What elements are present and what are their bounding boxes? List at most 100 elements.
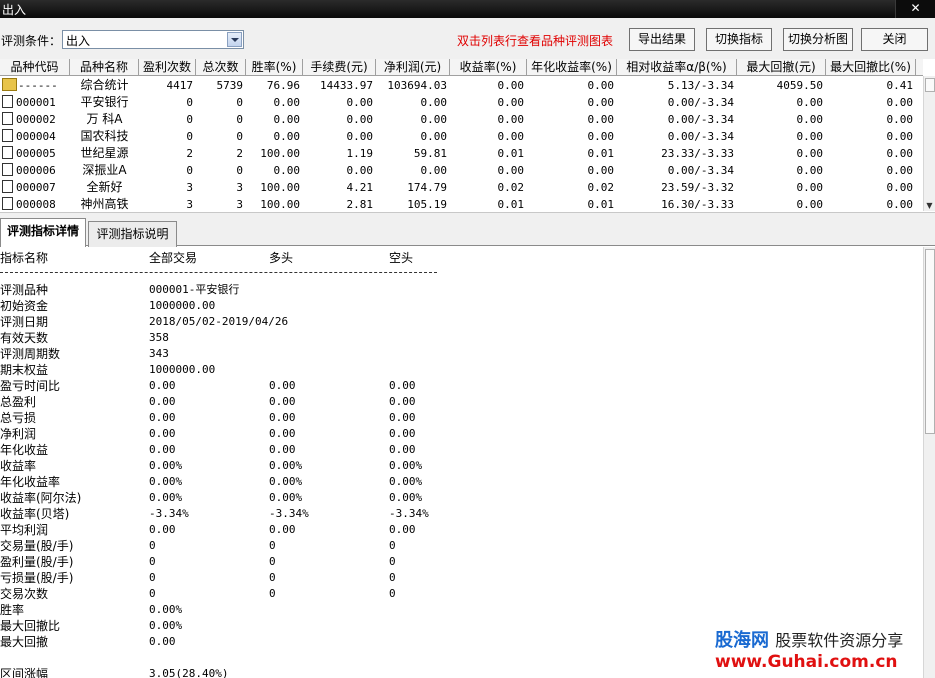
tab-detail[interactable]: 评测指标详情	[0, 218, 86, 248]
scrollbar-thumb[interactable]	[925, 78, 935, 92]
table-row[interactable]: ------ 综合统计 4417 5739 76.96 14433.97 103694.03…	[0, 77, 923, 94]
detail-value: 0	[389, 539, 396, 552]
cell-code: 000007	[0, 179, 70, 196]
scroll-down-icon[interactable]: ▼	[924, 200, 935, 211]
detail-label: 最大回撤比	[0, 619, 61, 633]
export-button[interactable]: 导出结果	[629, 28, 695, 51]
detail-label: 最大回撤	[0, 635, 49, 649]
detail-value: 0.00%	[389, 475, 423, 488]
detail-label: 亏损量(股/手)	[0, 571, 74, 585]
tab-explanation[interactable]: 评测指标说明	[88, 221, 177, 247]
detail-label: 收益率	[0, 459, 37, 473]
cell-value: 23.59/-3.32	[661, 181, 734, 194]
cell-value: 0.00	[273, 130, 301, 143]
cell-code: 000001	[0, 94, 70, 111]
cell-value: 0.00	[346, 113, 374, 126]
column-header[interactable]: 胜率(%)	[246, 59, 303, 76]
column-header[interactable]: 最大回撤(元)	[737, 59, 826, 76]
column-header[interactable]: 手续费(元)	[303, 59, 376, 76]
detail-value: 0.00	[149, 443, 176, 456]
close-button[interactable]: 关闭	[861, 28, 928, 51]
detail-value: -3.34%	[389, 507, 429, 520]
column-header[interactable]: 相对收益率α/β(%)	[617, 59, 737, 76]
detail-scrollbar[interactable]	[923, 247, 935, 678]
table-row[interactable]: 000001 平安银行 0 0 0.00 0.00 0.00 0.00 0.00 0.00/-3.…	[0, 94, 923, 111]
detail-value: 0.00	[389, 411, 416, 424]
header-long: 多头	[269, 251, 294, 265]
detail-label: 区间涨幅	[0, 667, 49, 678]
results-table: 品种代码 品种名称 盈利次数 总次数 胜率(%) 手续费(元) 净利润(元) 收益率(%) 年化…	[0, 59, 935, 211]
column-header[interactable]: 盈利次数	[139, 59, 196, 76]
detail-value: 0.00	[389, 427, 416, 440]
condition-value: 出入	[66, 34, 91, 48]
document-icon	[2, 112, 13, 125]
switch-chart-button[interactable]: 切换分析图	[783, 28, 853, 51]
cell-value: 0.00	[273, 96, 301, 109]
cell-value: 59.81	[413, 147, 447, 160]
detail-value: 0	[149, 571, 156, 584]
cell-code-text: 000001	[16, 96, 56, 109]
title-bar: 出入 ✕	[0, 0, 935, 18]
condition-select[interactable]: 出入	[62, 30, 244, 49]
detail-value: 0	[149, 555, 156, 568]
detail-value: 0.00	[269, 443, 296, 456]
column-header[interactable]: 品种代码	[0, 59, 70, 76]
cell-value: 1.19	[346, 147, 374, 160]
cell-code-text: 000007	[16, 181, 56, 194]
column-header[interactable]: 净利润(元)	[376, 59, 450, 76]
table-row[interactable]: 000008 神州高铁 3 3 100.00 2.81 105.19 0.01 0.01 16.3…	[0, 196, 923, 213]
detail-value: 0	[389, 571, 396, 584]
detail-value: 0	[389, 587, 396, 600]
chevron-down-icon[interactable]	[227, 32, 242, 47]
detail-value: 0.00	[269, 523, 296, 536]
switch-indicator-button[interactable]: 切换指标	[706, 28, 772, 51]
detail-label: 初始资金	[0, 299, 49, 313]
close-icon[interactable]: ✕	[895, 0, 935, 18]
scrollbar-thumb[interactable]	[925, 249, 935, 434]
cell-value: 0.00/-3.34	[667, 113, 734, 126]
detail-value: -3.34%	[149, 507, 189, 520]
detail-value: 0.00	[149, 635, 176, 648]
cell-value: 16.30/-3.33	[661, 198, 734, 211]
document-icon	[2, 163, 13, 176]
table-row[interactable]: 000007 全新好 3 3 100.00 4.21 174.79 0.02 0.02 23.59…	[0, 179, 923, 196]
detail-value: 1000000.00	[149, 299, 216, 312]
cell-value: 0.00	[497, 164, 525, 177]
detail-value: 0.00	[149, 427, 176, 440]
cell-code-text: 000006	[16, 164, 56, 177]
table-row[interactable]: 000004 国农科技 0 0 0.00 0.00 0.00 0.00 0.00 0.00/-3.…	[0, 128, 923, 145]
detail-label: 有效天数	[0, 331, 49, 345]
table-scrollbar[interactable]: ▼	[923, 76, 935, 211]
column-header[interactable]: 最大回撤比(%)	[826, 59, 916, 76]
detail-value: 0.00	[269, 427, 296, 440]
watermark-url: www.Guhai.com.cn	[715, 652, 898, 672]
detail-label: 年化收益率	[0, 475, 61, 489]
watermark-slogan: 股票软件资源分享	[775, 631, 904, 650]
cell-value: 0.00	[420, 113, 448, 126]
detail-value: 0.00%	[389, 459, 423, 472]
detail-value: 0.00%	[389, 491, 423, 504]
cell-value: 0.01	[497, 198, 525, 211]
detail-value: 0.00%	[269, 491, 303, 504]
detail-label: 评测日期	[0, 315, 49, 329]
column-header[interactable]: 年化收益率(%)	[527, 59, 617, 76]
column-header[interactable]: 收益率(%)	[450, 59, 527, 76]
cell-value: 100.00	[260, 181, 300, 194]
column-header[interactable]: 品种名称	[70, 59, 139, 76]
table-row[interactable]: 000005 世纪星源 2 2 100.00 1.19 59.81 0.01 0.01 23.33…	[0, 145, 923, 162]
cell-value: 105.19	[407, 198, 447, 211]
cell-code: ------	[0, 77, 70, 94]
window-title: 出入	[2, 3, 27, 17]
header-all-trades: 全部交易	[149, 251, 198, 265]
detail-label: 胜率	[0, 603, 25, 617]
detail-value: 0.00	[269, 411, 296, 424]
cell-value: 103694.03	[387, 79, 447, 92]
table-row[interactable]: 000002 万 科A 0 0 0.00 0.00 0.00 0.00 0.00 0.00/-3.…	[0, 111, 923, 128]
detail-panel: 指标名称 全部交易 多头 空头 评测品种 000001-平安银行 初始资金 10000…	[0, 247, 923, 678]
detail-label: 交易量(股/手)	[0, 539, 74, 553]
cell-value: 0.00	[886, 198, 914, 211]
summary-icon	[2, 78, 17, 91]
cell-value: 4417	[166, 79, 194, 92]
table-row[interactable]: 000006 深振业A 0 0 0.00 0.00 0.00 0.00 0.00 0.00/-3.…	[0, 162, 923, 179]
column-header[interactable]: 总次数	[196, 59, 246, 76]
